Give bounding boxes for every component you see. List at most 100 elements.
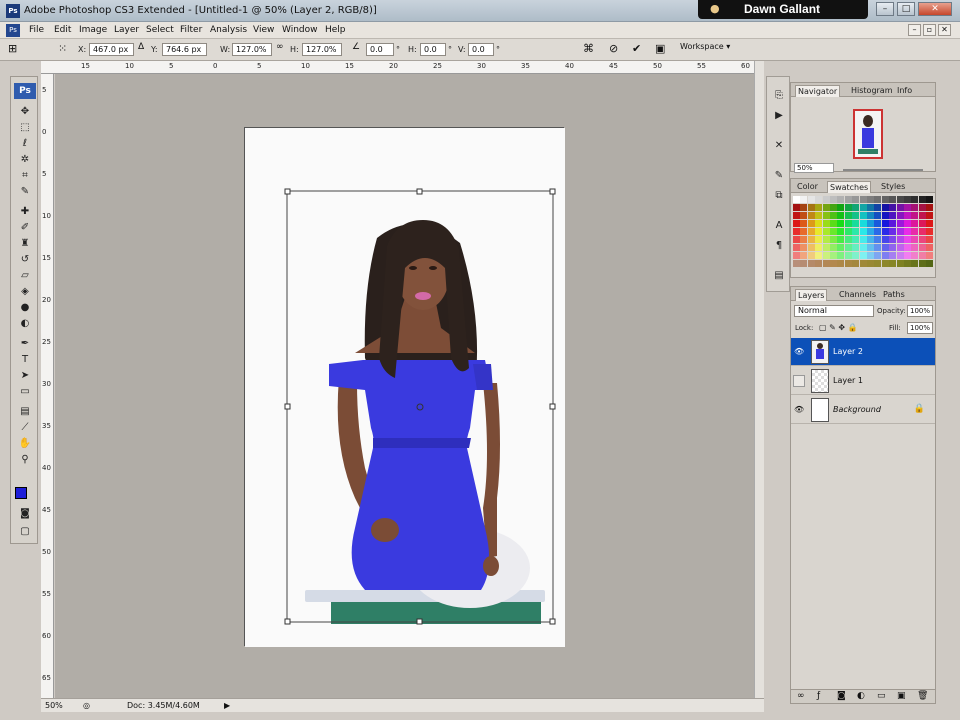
swatch[interactable] [918,260,926,267]
swatch[interactable] [830,252,837,259]
swatch[interactable] [822,260,830,267]
swatch[interactable] [837,244,845,251]
swatch[interactable] [881,212,889,219]
magic-wand-tool-icon[interactable]: ✲ [17,153,33,167]
swatch[interactable] [852,244,860,251]
maximize-button[interactable]: □ [897,2,915,16]
swatch[interactable] [800,228,808,235]
swatch[interactable] [896,252,904,259]
swatch[interactable] [793,196,800,203]
swatch[interactable] [911,252,919,259]
swatch[interactable] [815,252,823,259]
eraser-tool-icon[interactable]: ▱ [17,269,33,283]
swatch[interactable] [852,260,860,267]
paragraph-panel-icon[interactable]: ¶ [771,239,787,253]
workspace-button[interactable]: Workspace ▾ [680,42,730,51]
swatch[interactable] [881,196,889,203]
swatch[interactable] [904,228,911,235]
pen-tool-icon[interactable]: ✒ [17,337,33,351]
menu-file[interactable]: File [29,25,44,35]
swatch[interactable] [874,212,882,219]
visibility-eye-icon[interactable]: 👁 [794,405,804,415]
swatch[interactable] [793,260,800,267]
swatch[interactable] [815,260,823,267]
swatch[interactable] [822,220,830,227]
swatch[interactable] [844,260,852,267]
swatch[interactable] [852,252,860,259]
swatch[interactable] [918,220,926,227]
swatch[interactable] [867,196,874,203]
swatch[interactable] [852,220,860,227]
character-panel-icon[interactable]: A [771,219,787,233]
swatch[interactable] [889,244,897,251]
swatch[interactable] [889,260,897,267]
swatch[interactable] [874,236,882,243]
swatch[interactable] [822,196,830,203]
minimize-button[interactable]: – [876,2,894,16]
blend-mode-select[interactable]: Normal [794,305,874,317]
swatch[interactable] [896,236,904,243]
swatch[interactable] [889,236,897,243]
swatch[interactable] [896,204,904,211]
swatch[interactable] [837,212,845,219]
adjustment-layer-icon[interactable]: ◐ [857,691,865,701]
menu-layer[interactable]: Layer [114,25,139,35]
swatch[interactable] [815,220,823,227]
menu-image[interactable]: Image [79,25,107,35]
swatch[interactable] [807,252,815,259]
swatch[interactable] [867,204,874,211]
swatch[interactable] [830,260,837,267]
menu-analysis[interactable]: Analysis [210,25,247,35]
crop-tool-icon[interactable]: ⌗ [17,169,33,183]
swatch[interactable] [800,236,808,243]
marquee-tool-icon[interactable]: ⬚ [17,121,33,135]
swatch[interactable] [896,228,904,235]
navigator-thumbnail[interactable] [853,109,883,159]
swatch[interactable] [852,236,860,243]
swatch[interactable] [926,220,934,227]
hand-tool-icon[interactable]: ✋ [17,437,33,451]
swatch[interactable] [874,260,882,267]
swatch[interactable] [918,196,926,203]
swatch[interactable] [889,204,897,211]
zoom-level[interactable]: 50% [45,701,63,710]
swatch[interactable] [822,252,830,259]
layer-comps-icon[interactable]: ▤ [771,269,787,283]
swatch[interactable] [867,252,874,259]
swatch[interactable] [881,204,889,211]
swatch[interactable] [904,204,911,211]
quick-mask-icon[interactable]: ◙ [17,507,33,521]
swatch-grid[interactable] [793,196,935,268]
swatch[interactable] [926,228,934,235]
swatch[interactable] [822,228,830,235]
tab-histogram[interactable]: Histogram [849,85,895,97]
lock-icons[interactable]: ▢ ✎ ✥ 🔒 [819,323,858,332]
swatch[interactable] [800,252,808,259]
tab-info[interactable]: Info [895,85,914,97]
angle-field[interactable]: 0.0 [366,43,394,56]
swatch[interactable] [904,260,911,267]
brush-tool-icon[interactable]: ✐ [17,221,33,235]
swatch[interactable] [837,204,845,211]
swatch[interactable] [807,260,815,267]
document-canvas[interactable] [244,127,565,647]
swatch[interactable] [815,212,823,219]
swatch[interactable] [904,196,911,203]
actions-panel-icon[interactable]: ▶ [771,109,787,123]
swatch[interactable] [859,196,867,203]
screen-mode-icon[interactable]: ▢ [17,525,33,539]
swatch[interactable] [815,196,823,203]
swatch[interactable] [800,260,808,267]
swatch[interactable] [793,228,800,235]
swatch[interactable] [926,236,934,243]
swatch[interactable] [852,196,860,203]
swatch[interactable] [904,212,911,219]
swatch[interactable] [904,244,911,251]
swatch[interactable] [867,236,874,243]
swatch[interactable] [904,236,911,243]
swatch[interactable] [837,260,845,267]
menu-window[interactable]: Window [282,25,318,35]
swatch[interactable] [874,252,882,259]
swatch[interactable] [926,252,934,259]
swatch[interactable] [822,236,830,243]
